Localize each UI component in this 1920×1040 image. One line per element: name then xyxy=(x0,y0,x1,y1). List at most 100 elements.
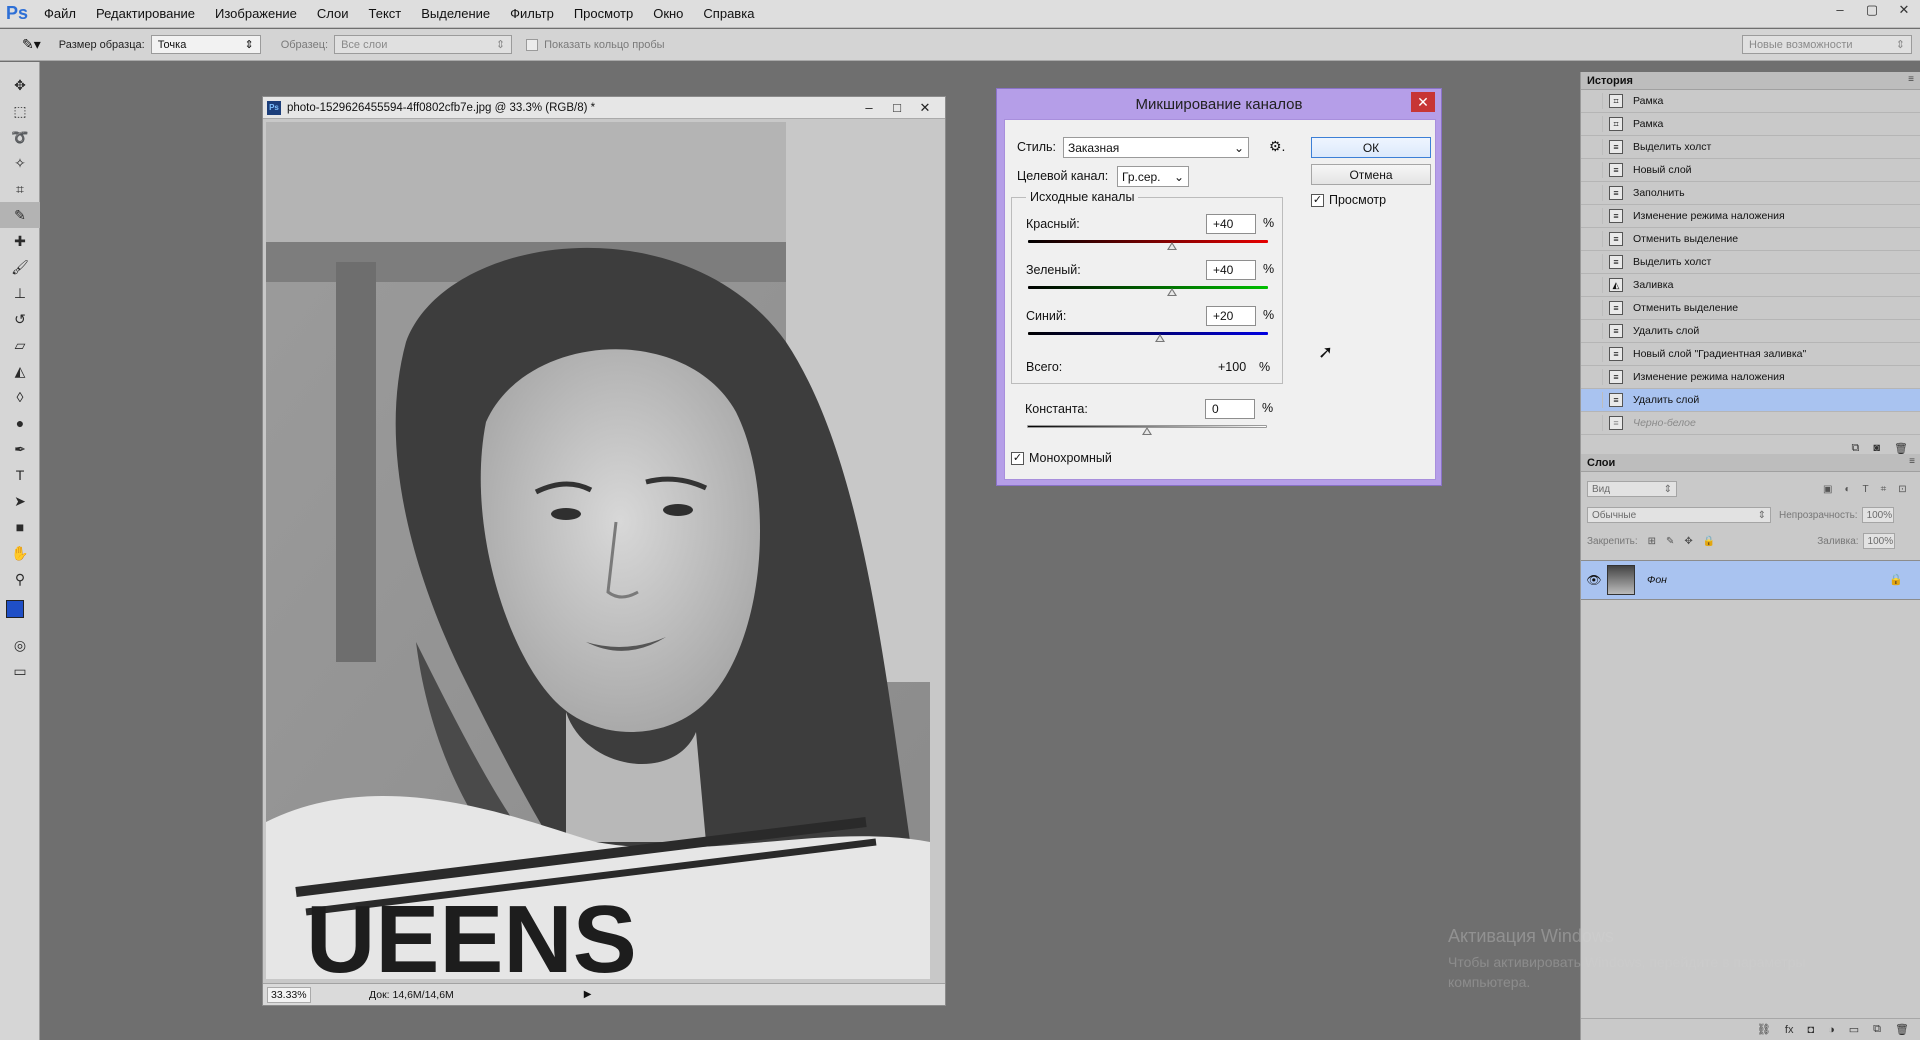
doc-minimize-button[interactable]: – xyxy=(855,97,883,119)
healing-tool-icon[interactable]: ✚ xyxy=(0,228,40,254)
menu-view[interactable]: Просмотр xyxy=(564,0,643,28)
eyedropper-tool-icon[interactable]: ✎ xyxy=(0,202,40,228)
color-swatches[interactable] xyxy=(0,592,40,632)
close-button[interactable]: ✕ xyxy=(1888,0,1920,20)
quick-select-tool-icon[interactable]: ✧ xyxy=(0,150,40,176)
history-snapshot-checkbox[interactable] xyxy=(1587,116,1603,132)
history-item[interactable]: ≡ Отменить выделение xyxy=(1581,228,1920,251)
show-ring-checkbox[interactable] xyxy=(526,38,539,51)
history-snapshot-checkbox[interactable] xyxy=(1587,392,1603,408)
panel-menu-icon[interactable]: ≡ xyxy=(1908,74,1914,85)
layer-kind-filter[interactable]: Вид ⇕ xyxy=(1587,481,1677,497)
menu-type[interactable]: Текст xyxy=(359,0,412,28)
history-snapshot-checkbox[interactable] xyxy=(1587,231,1603,247)
history-item[interactable]: ≡ Отменить выделение xyxy=(1581,297,1920,320)
menu-select[interactable]: Выделение xyxy=(411,0,500,28)
adjustment-icon[interactable]: ◑ xyxy=(1828,1024,1835,1036)
dialog-close-button[interactable]: ✕ xyxy=(1411,92,1435,112)
constant-value-field[interactable]: 0 xyxy=(1205,399,1255,419)
samples-select[interactable]: Все слои ⇕ xyxy=(334,35,513,54)
menu-edit[interactable]: Редактирование xyxy=(86,0,205,28)
green-slider-track[interactable] xyxy=(1028,286,1268,289)
history-item[interactable]: ≡ Заполнить xyxy=(1581,182,1920,205)
cancel-button[interactable]: Отмена xyxy=(1311,164,1431,185)
move-tool-icon[interactable]: ✥ xyxy=(0,72,40,98)
history-snapshot-checkbox[interactable] xyxy=(1587,185,1603,201)
history-brush-tool-icon[interactable]: ↺ xyxy=(0,306,40,332)
history-item[interactable]: ≡ Черно-белое xyxy=(1581,412,1920,435)
eraser-tool-icon[interactable]: ▱ xyxy=(0,332,40,358)
opacity-field[interactable]: 100% xyxy=(1861,507,1894,523)
layer-row-background[interactable]: 👁 Фон 🔒 xyxy=(1581,560,1920,600)
history-snapshot-checkbox[interactable] xyxy=(1587,208,1603,224)
sample-size-select[interactable]: Точка ⇕ xyxy=(150,35,261,54)
menu-layer[interactable]: Слои xyxy=(307,0,359,28)
folder-icon[interactable]: ▭ xyxy=(1849,1023,1859,1036)
blue-slider-track[interactable] xyxy=(1028,332,1268,335)
stamp-tool-icon[interactable]: ⊥ xyxy=(0,280,40,306)
history-item[interactable]: ⌗ Рамка xyxy=(1581,113,1920,136)
history-item[interactable]: ≡ Изменение режима наложения xyxy=(1581,205,1920,228)
eyedropper-icon[interactable]: ✎▾ xyxy=(22,36,41,53)
history-item[interactable]: ≡ Удалить слой xyxy=(1581,320,1920,343)
style-select[interactable]: Заказная ⌄ xyxy=(1063,137,1249,158)
history-item[interactable]: ⌗ Рамка xyxy=(1581,90,1920,113)
dodge-tool-icon[interactable]: ● xyxy=(0,410,40,436)
document-title-bar[interactable]: Ps photo-1529626455594-4ff0802cfb7e.jpg … xyxy=(263,97,945,119)
target-channel-select[interactable]: Гр.сер. ⌄ xyxy=(1117,166,1189,187)
zoom-tool-icon[interactable]: ⚲ xyxy=(0,566,40,592)
history-snapshot-checkbox[interactable] xyxy=(1587,162,1603,178)
history-item[interactable]: ≡ Выделить холст xyxy=(1581,251,1920,274)
layers-panel-tab[interactable]: Слои ≡ xyxy=(1581,454,1920,472)
new-document-from-state-icon[interactable]: ⧉ xyxy=(1852,442,1860,455)
history-item[interactable]: ≡ Новый слой "Градиентная заливка" xyxy=(1581,343,1920,366)
rectangle-tool-icon[interactable]: ■ xyxy=(0,514,40,540)
preview-checkbox[interactable]: ✓ xyxy=(1311,194,1324,207)
history-item[interactable]: ≡ Новый слой xyxy=(1581,159,1920,182)
zoom-field[interactable]: 33.33% xyxy=(267,986,311,1003)
quick-mask-icon[interactable]: ◎ xyxy=(0,632,40,658)
green-value-field[interactable]: +40 xyxy=(1206,260,1256,280)
red-slider-thumb[interactable] xyxy=(1167,242,1177,250)
status-menu-arrow-icon[interactable]: ▶ xyxy=(584,989,592,1000)
fx-icon[interactable]: fx xyxy=(1785,1024,1794,1036)
fill-field[interactable]: 100% xyxy=(1862,533,1895,549)
history-snapshot-checkbox[interactable] xyxy=(1587,323,1603,339)
history-snapshot-checkbox[interactable] xyxy=(1587,254,1603,270)
menu-image[interactable]: Изображение xyxy=(205,0,307,28)
new-layer-icon[interactable]: ⧉ xyxy=(1873,1023,1881,1036)
history-snapshot-checkbox[interactable] xyxy=(1587,346,1603,362)
history-snapshot-checkbox[interactable] xyxy=(1587,93,1603,109)
lasso-tool-icon[interactable]: ➰ xyxy=(0,124,40,150)
menu-window[interactable]: Окно xyxy=(643,0,693,28)
red-value-field[interactable]: +40 xyxy=(1206,214,1256,234)
minimize-button[interactable]: – xyxy=(1824,0,1856,20)
blue-value-field[interactable]: +20 xyxy=(1206,306,1256,326)
path-select-tool-icon[interactable]: ➤ xyxy=(0,488,40,514)
link-icon[interactable]: ⛓ xyxy=(1757,1023,1771,1036)
history-snapshot-checkbox[interactable] xyxy=(1587,369,1603,385)
red-slider-track[interactable] xyxy=(1028,240,1268,243)
mask-icon[interactable]: ◘ xyxy=(1807,1024,1814,1036)
trash-icon[interactable]: 🗑 xyxy=(1895,1023,1909,1036)
history-item[interactable]: ≡ Выделить холст xyxy=(1581,136,1920,159)
blend-mode-select[interactable]: Обычные ⇕ xyxy=(1587,507,1771,523)
snapshot-camera-icon[interactable]: ◙ xyxy=(1873,442,1880,454)
foreground-color-swatch[interactable] xyxy=(6,600,24,618)
history-item[interactable]: ≡ Изменение режима наложения xyxy=(1581,366,1920,389)
blue-slider-thumb[interactable] xyxy=(1155,334,1165,342)
history-item[interactable]: ≡ Удалить слой xyxy=(1581,389,1920,412)
workspace-select[interactable]: Новые возможности ⇕ xyxy=(1742,35,1912,54)
marquee-tool-icon[interactable]: ⬚ xyxy=(0,98,40,124)
eye-visibility-icon[interactable]: 👁 xyxy=(1581,573,1607,587)
image-canvas[interactable]: UEENS xyxy=(266,122,930,979)
pen-tool-icon[interactable]: ✒ xyxy=(0,436,40,462)
dialog-title-bar[interactable]: Микширование каналов ✕ xyxy=(997,89,1441,119)
history-item[interactable]: ◭ Заливка xyxy=(1581,274,1920,297)
bucket-tool-icon[interactable]: ◭ xyxy=(0,358,40,384)
settings-gear-icon[interactable]: ⚙. xyxy=(1269,138,1285,155)
ok-button[interactable]: ОК xyxy=(1311,137,1431,158)
panel-menu-icon[interactable]: ≡ xyxy=(1909,456,1915,467)
menu-filter[interactable]: Фильтр xyxy=(500,0,564,28)
hand-tool-icon[interactable]: ✋ xyxy=(0,540,40,566)
